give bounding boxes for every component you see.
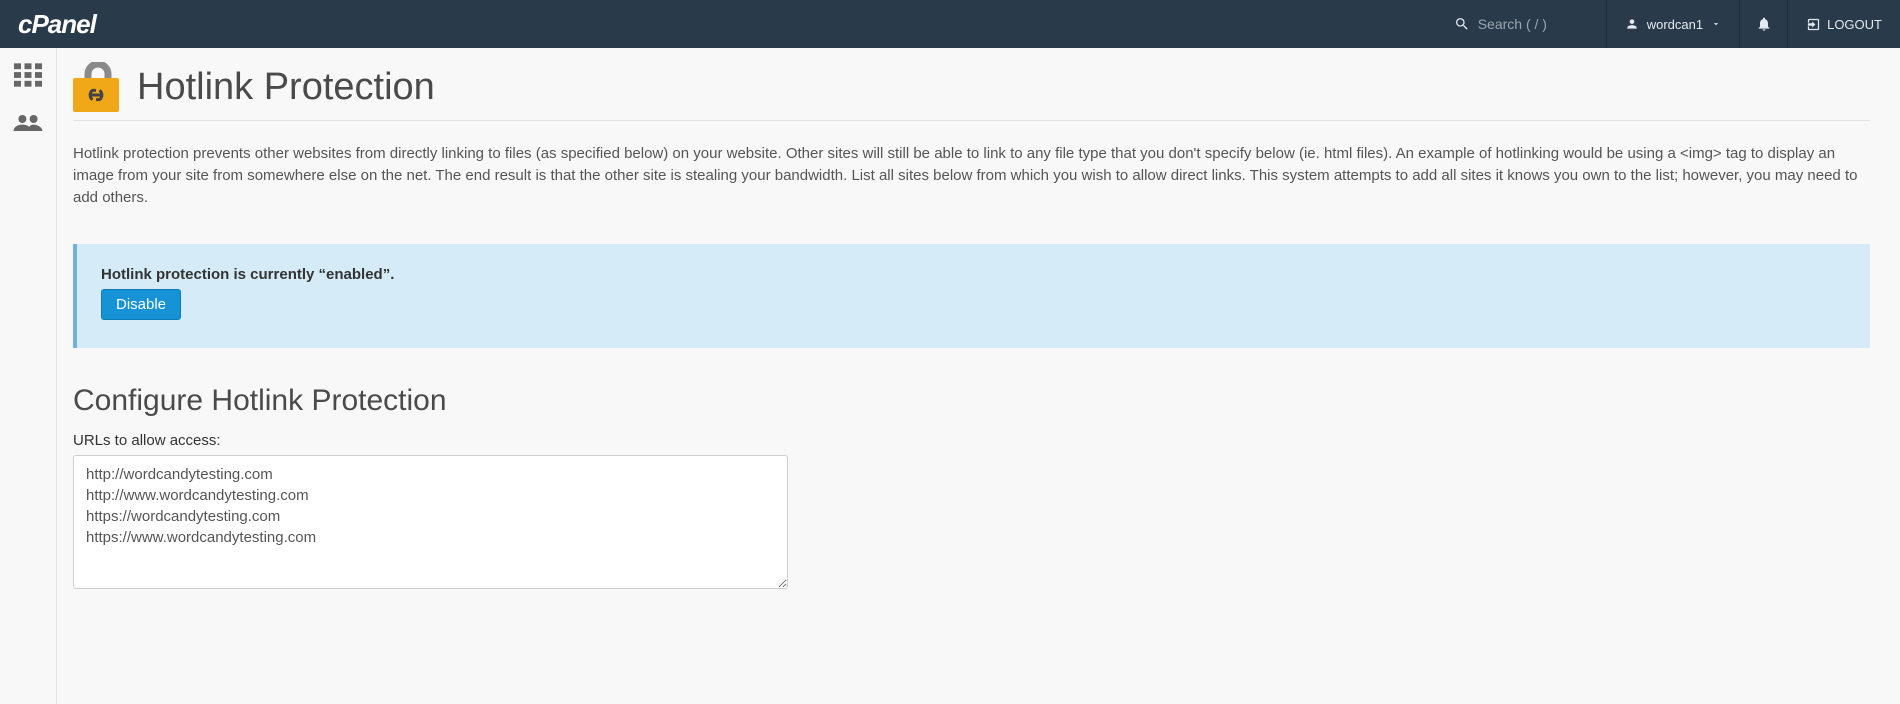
user-icon [1625, 17, 1639, 31]
search-input[interactable] [1478, 16, 1588, 32]
logout-label: LOGOUT [1827, 17, 1882, 32]
status-alert: Hotlink protection is currently “enabled… [73, 244, 1870, 348]
grid-icon [14, 63, 42, 87]
search-container [1436, 16, 1606, 32]
page-description: Hotlink protection prevents other websit… [73, 121, 1870, 226]
notifications-button[interactable] [1739, 0, 1787, 48]
configure-heading: Configure Hotlink Protection [73, 384, 1870, 418]
page-title: Hotlink Protection [137, 66, 435, 109]
bell-icon [1756, 16, 1772, 32]
urls-textarea[interactable] [73, 455, 788, 589]
urls-label: URLs to allow access: [73, 432, 1870, 449]
caret-down-icon [1711, 19, 1721, 29]
hotlink-icon [73, 62, 123, 112]
search-icon[interactable] [1454, 16, 1470, 32]
sidebar-users[interactable] [10, 108, 46, 138]
cpanel-logo[interactable]: cPanel [18, 9, 96, 40]
logout-icon [1806, 17, 1821, 32]
page-title-row: Hotlink Protection [73, 58, 1870, 121]
top-header: cPanel wordcan1 LOGOUT [0, 0, 1900, 48]
username-label: wordcan1 [1647, 17, 1703, 32]
users-icon [12, 112, 44, 134]
disable-button[interactable]: Disable [101, 289, 181, 320]
logout-button[interactable]: LOGOUT [1787, 0, 1900, 48]
sidebar-home[interactable] [10, 60, 46, 90]
left-sidebar [0, 48, 57, 704]
user-menu[interactable]: wordcan1 [1606, 0, 1739, 48]
main-content: Hotlink Protection Hotlink protection pr… [57, 48, 1900, 704]
status-text: Hotlink protection is currently “enabled… [101, 266, 1846, 283]
